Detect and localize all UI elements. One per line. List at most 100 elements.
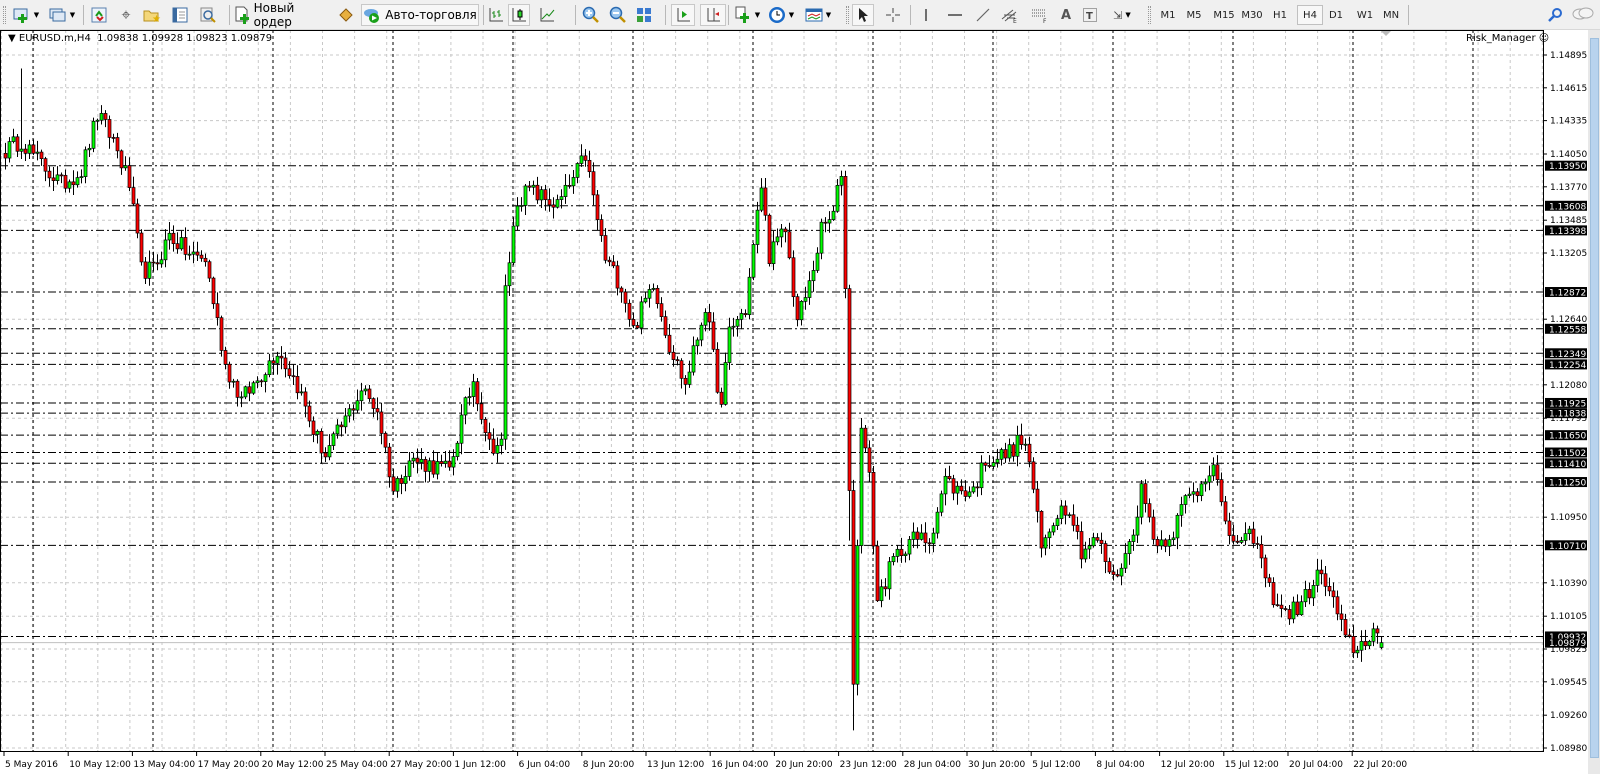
candle-bear	[1107, 561, 1112, 573]
templates-button[interactable]: ▼	[803, 4, 833, 26]
candlestick-icon	[512, 8, 526, 22]
timeframe-m5[interactable]: M5	[1181, 5, 1207, 25]
candle-bear	[1111, 571, 1116, 575]
time-axis-label: 28 Jun 04:00	[904, 760, 961, 770]
candle-bear	[139, 232, 144, 263]
zoom-out-button[interactable]	[607, 4, 629, 26]
candle-bear	[155, 262, 160, 265]
equidistant-channel-button[interactable]: E	[999, 4, 1021, 26]
vertical-scrollbar[interactable]	[1588, 30, 1600, 774]
time-axis-label: 27 May 20:00	[390, 760, 452, 770]
bar-chart-button[interactable]	[485, 4, 507, 26]
candle-bear	[1339, 613, 1344, 620]
candle-bear	[567, 184, 572, 187]
indicators-button[interactable]: ▼	[732, 4, 762, 26]
candle-bear	[1267, 577, 1272, 583]
market-watch-button[interactable]	[88, 4, 110, 26]
dropdown-arrow-icon: ▼	[69, 11, 76, 19]
terminal-button[interactable]	[169, 4, 191, 26]
candle-bull	[179, 237, 184, 250]
timeframe-w1[interactable]: W1	[1352, 5, 1378, 25]
candle-bear	[367, 388, 372, 399]
candle-bear	[3, 153, 8, 159]
candle-bull	[275, 355, 280, 364]
cursor-button[interactable]	[852, 4, 874, 26]
candle-bull	[315, 430, 320, 435]
candle-bull	[1291, 601, 1296, 620]
vertical-line-button[interactable]	[915, 4, 937, 26]
tile-windows-button[interactable]	[633, 4, 655, 26]
timeframe-m30[interactable]: M30	[1239, 5, 1265, 25]
candle-bear	[1259, 544, 1264, 559]
candle-bear	[743, 313, 748, 316]
new-order-button[interactable]: Новый ордер	[234, 1, 330, 29]
toolbar-grip[interactable]	[3, 6, 6, 24]
crosshair-button[interactable]	[882, 4, 904, 26]
fibonacci-button[interactable]: F	[1029, 4, 1051, 26]
candle-bear	[351, 408, 356, 411]
timeframe-mn[interactable]: MN	[1378, 5, 1404, 25]
trendline-button[interactable]	[972, 4, 994, 26]
text-label-button[interactable]: T	[1079, 4, 1101, 26]
candle-bull	[647, 289, 652, 299]
candle-bear	[847, 288, 852, 491]
candle-bear	[591, 171, 596, 196]
candle-bear	[1331, 590, 1336, 598]
strategy-tester-button[interactable]	[197, 4, 219, 26]
horizontal-line-button[interactable]	[944, 4, 966, 26]
arrows-button[interactable]: ⇲ ▼	[1105, 4, 1139, 26]
data-window-button[interactable]: ⌖	[115, 4, 137, 26]
candle-bull	[1191, 491, 1196, 495]
candle-bear	[763, 187, 768, 216]
candle-bear	[219, 317, 224, 351]
candle-bull	[443, 460, 448, 464]
timeframe-h1[interactable]: H1	[1267, 5, 1293, 25]
candle-bear	[671, 351, 676, 360]
scrollbar-thumb[interactable]	[1590, 38, 1599, 758]
line-chart-icon	[540, 8, 555, 22]
bar-chart-icon	[489, 8, 503, 22]
chart-window[interactable]: 1.14895 1.14615 1.14335 1.14050 1.13770 1.134…	[0, 30, 1588, 774]
candle-bull	[11, 136, 16, 142]
price-axis-label: 1.09260	[1550, 711, 1587, 721]
navigator-button[interactable]: ★	[141, 4, 163, 26]
candle-bull	[723, 362, 728, 405]
candle-bear	[1031, 461, 1036, 490]
zoom-in-button[interactable]	[580, 4, 602, 26]
collapse-triangle-icon[interactable]: ▼	[8, 33, 19, 44]
time-axis-label: 25 May 04:00	[326, 760, 388, 770]
candle-bull	[1119, 567, 1124, 577]
candle-bear	[655, 287, 660, 305]
candlestick-chart-button[interactable]	[508, 4, 530, 26]
search-button[interactable]	[1544, 4, 1566, 26]
price-chart[interactable]: 1.14895 1.14615 1.14335 1.14050 1.13770 1.134…	[0, 30, 1588, 774]
candle-bull	[83, 149, 88, 177]
candle-bear	[611, 261, 616, 267]
autotrading-button[interactable]: Авто-торговля	[361, 4, 479, 26]
timeframe-m1[interactable]: M1	[1155, 5, 1181, 25]
timeframe-m15[interactable]: M15	[1211, 5, 1237, 25]
new-chart-button[interactable]: ▼	[10, 4, 42, 26]
candle-bull	[995, 458, 1000, 463]
chart-shift-button[interactable]	[700, 4, 726, 26]
metaeditor-button[interactable]	[335, 4, 357, 26]
candle-bull	[147, 261, 152, 279]
profiles-button[interactable]: ▼	[46, 4, 78, 26]
svg-text:T: T	[1086, 11, 1093, 22]
autoscroll-button[interactable]	[671, 4, 695, 26]
timeframe-h4[interactable]: H4	[1297, 5, 1323, 25]
indicators-icon	[735, 6, 749, 23]
periods-button[interactable]: ▼	[766, 4, 796, 26]
timeframe-d1[interactable]: D1	[1323, 5, 1349, 25]
candle-bull	[55, 174, 60, 181]
candle-bear	[927, 542, 932, 545]
candle-bull	[1047, 531, 1052, 539]
time-axis-label: 20 Jun 20:00	[775, 760, 832, 770]
candle-bull	[775, 236, 780, 243]
candle-bull	[911, 531, 916, 540]
line-chart-button[interactable]	[536, 4, 558, 26]
candle-bear	[1011, 444, 1016, 457]
chat-button[interactable]	[1570, 4, 1596, 26]
text-button[interactable]: A	[1055, 4, 1077, 26]
channel-icon: E	[1001, 9, 1017, 23]
